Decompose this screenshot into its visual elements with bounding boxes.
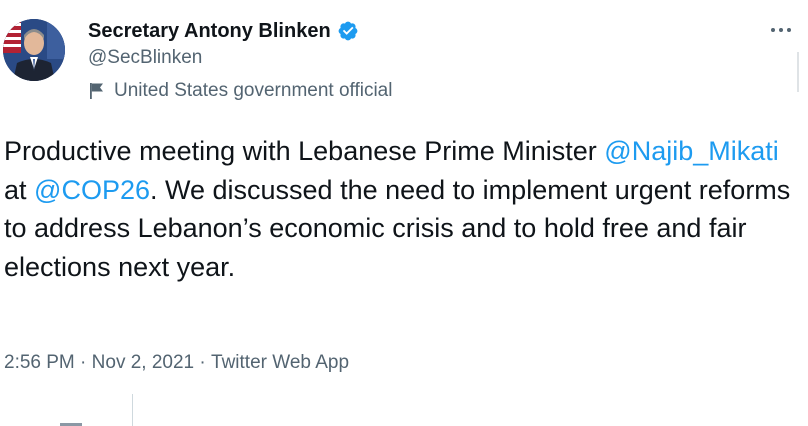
mention-link[interactable]: @Najib_Mikati	[604, 136, 778, 166]
tweet-meta: 2:56 PM · Nov 2, 2021 · Twitter Web App	[4, 352, 349, 374]
tweet-text-part: at	[4, 174, 35, 205]
tweet-text: Productive meeting with Lebanese Prime M…	[4, 132, 794, 286]
meta-separator: ·	[194, 352, 212, 373]
government-label: United States government official	[88, 80, 392, 102]
display-name[interactable]: Secretary Antony Blinken	[88, 20, 331, 43]
more-options-button[interactable]	[764, 18, 798, 42]
more-options-icon-dot	[787, 28, 791, 32]
mention-link[interactable]: @COP26	[34, 175, 150, 205]
tweet-source[interactable]: Twitter Web App	[211, 352, 349, 374]
scrollbar[interactable]	[797, 0, 808, 426]
government-label-text: United States government official	[114, 80, 393, 101]
divider	[132, 394, 133, 426]
avatar-image	[3, 19, 65, 81]
tweet-date[interactable]: Nov 2, 2021	[92, 352, 194, 374]
author-handle[interactable]: @SecBlinken	[88, 47, 202, 69]
meta-separator: ·	[74, 352, 92, 373]
more-options-icon-dot	[779, 28, 783, 32]
tweet-header: Secretary Antony Blinken @SecBlinken Uni…	[0, 0, 808, 110]
scrollbar-thumb[interactable]	[797, 52, 799, 92]
verified-badge-icon	[338, 21, 358, 41]
tweet-text-part: Productive meeting with Lebanese Prime M…	[4, 136, 605, 166]
avatar[interactable]	[3, 19, 65, 81]
flag-icon	[90, 83, 103, 99]
name-row: Secretary Antony Blinken	[88, 17, 359, 45]
more-options-icon	[771, 28, 775, 32]
tweet-time[interactable]: 2:56 PM	[4, 352, 75, 374]
